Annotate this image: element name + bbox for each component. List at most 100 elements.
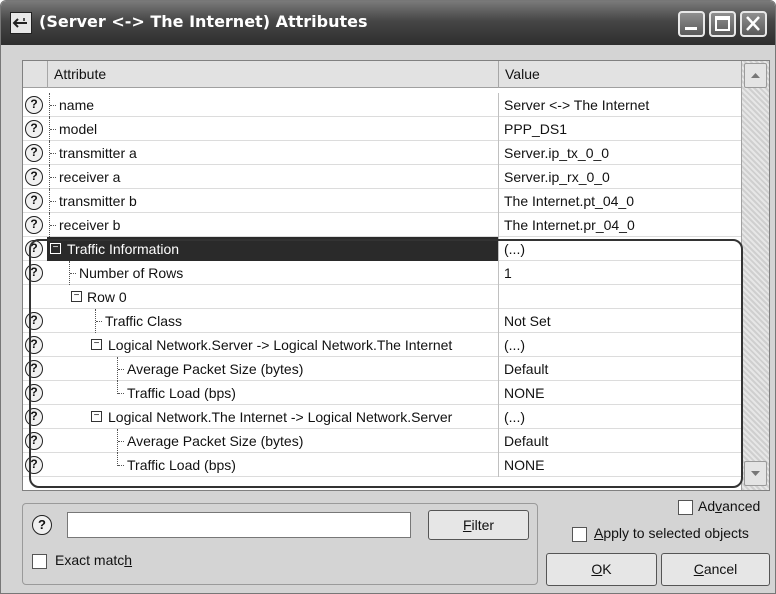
value-cell[interactable]: NONE (498, 453, 741, 477)
maximize-button[interactable] (709, 11, 736, 37)
help-icon[interactable]: ? (25, 456, 43, 474)
value-cell[interactable]: (...) (498, 405, 741, 429)
close-button[interactable] (740, 11, 767, 37)
value-cell[interactable]: (...) (498, 333, 741, 357)
attributes-dialog: (Server <-> The Internet) Attributes Att… (0, 0, 776, 594)
column-header-value[interactable]: Value (498, 61, 741, 88)
vertical-scrollbar[interactable] (741, 61, 769, 490)
scroll-down-button[interactable] (744, 461, 767, 486)
table-row[interactable]: ? receiver a Server.ip_rx_0_0 (23, 165, 741, 189)
attribute-cell[interactable]: model (47, 117, 498, 141)
table-row[interactable]: ? name Server <-> The Internet (23, 93, 741, 117)
attribute-cell[interactable]: name (47, 93, 498, 117)
attribute-cell[interactable]: transmitter a (47, 141, 498, 165)
help-icon[interactable]: ? (25, 432, 43, 450)
table-row[interactable]: ? Average Packet Size (bytes) Default (23, 357, 741, 381)
attribute-grid[interactable]: Attribute Value ? name Server <-> The In… (22, 60, 770, 491)
value-cell[interactable]: The Internet.pt_04_0 (498, 189, 741, 213)
attribute-cell[interactable]: receiver a (47, 165, 498, 189)
table-row[interactable]: ? Average Packet Size (bytes) Default (23, 429, 741, 453)
value-cell[interactable]: Server.ip_rx_0_0 (498, 165, 741, 189)
table-row[interactable]: ? transmitter b The Internet.pt_04_0 (23, 189, 741, 213)
table-row-selected[interactable]: ? − Traffic Information (...) (23, 237, 741, 261)
attribute-label: Traffic Load (bps) (127, 385, 236, 401)
exact-match-label[interactable]: Exact match (55, 552, 132, 568)
value-cell[interactable]: Default (498, 357, 741, 381)
advanced-label[interactable]: Advanced (698, 498, 760, 514)
table-row[interactable]: ? Traffic Load (bps) NONE (23, 381, 741, 405)
minimize-button[interactable] (678, 11, 705, 37)
advanced-checkbox[interactable] (678, 500, 693, 515)
help-icon[interactable]: ? (25, 408, 43, 426)
attribute-cell[interactable]: receiver b (47, 213, 498, 237)
help-icon[interactable]: ? (25, 384, 43, 402)
table-row[interactable]: ? transmitter a Server.ip_tx_0_0 (23, 141, 741, 165)
attribute-label: Traffic Load (bps) (127, 457, 236, 473)
cancel-button[interactable]: Cancel (661, 553, 770, 586)
app-icon[interactable] (10, 12, 32, 34)
help-icon[interactable]: ? (32, 515, 52, 535)
table-row[interactable]: ? Traffic Class Not Set (23, 309, 741, 333)
help-icon[interactable]: ? (25, 120, 43, 138)
collapse-icon[interactable]: − (50, 243, 61, 254)
title-bar[interactable]: (Server <-> The Internet) Attributes (1, 1, 775, 45)
attribute-cell[interactable]: Number of Rows (47, 261, 498, 285)
help-icon[interactable]: ? (25, 144, 43, 162)
attribute-cell[interactable]: Traffic Class (47, 309, 498, 333)
attribute-cell[interactable]: − Logical Network.Server -> Logical Netw… (47, 333, 498, 357)
attribute-label: Traffic Class (105, 313, 183, 329)
attribute-cell[interactable]: − Traffic Information (47, 237, 498, 261)
apply-selected-label[interactable]: Apply to selected objects (594, 525, 749, 541)
help-icon[interactable]: ? (25, 336, 43, 354)
attribute-cell[interactable]: − Logical Network.The Internet -> Logica… (47, 405, 498, 429)
value-cell[interactable]: PPP_DS1 (498, 117, 741, 141)
collapse-icon[interactable]: − (91, 411, 102, 422)
help-icon[interactable]: ? (25, 264, 43, 282)
help-icon[interactable]: ? (25, 240, 43, 258)
value-cell[interactable]: Server <-> The Internet (498, 93, 741, 117)
attribute-cell[interactable]: Average Packet Size (bytes) (47, 429, 498, 453)
table-row[interactable]: ? Traffic Load (bps) NONE (23, 453, 741, 477)
attribute-cell[interactable]: Traffic Load (bps) (47, 453, 498, 477)
table-row[interactable]: − Row 0 (23, 285, 741, 309)
help-icon[interactable]: ? (25, 192, 43, 210)
value-cell[interactable]: The Internet.pr_04_0 (498, 213, 741, 237)
collapse-icon[interactable]: − (91, 339, 102, 350)
value-cell[interactable] (498, 285, 741, 309)
attribute-label: Number of Rows (79, 265, 184, 281)
scroll-up-button[interactable] (744, 63, 767, 88)
help-icon[interactable]: ? (25, 168, 43, 186)
attribute-label: Logical Network.Server -> Logical Networ… (108, 337, 453, 353)
attribute-cell[interactable]: Average Packet Size (bytes) (47, 357, 498, 381)
attribute-cell[interactable]: − Row 0 (47, 285, 498, 309)
value-cell[interactable]: Default (498, 429, 741, 453)
table-row[interactable]: ? model PPP_DS1 (23, 117, 741, 141)
ok-button[interactable]: OK (546, 553, 657, 586)
close-icon (746, 16, 760, 31)
grid-header: Attribute Value (23, 61, 741, 88)
filter-button[interactable]: Filter (428, 510, 529, 540)
table-row[interactable]: ? Number of Rows 1 (23, 261, 741, 285)
attribute-cell[interactable]: transmitter b (47, 189, 498, 213)
table-row[interactable]: ? − Logical Network.The Internet -> Logi… (23, 405, 741, 429)
column-header-attribute[interactable]: Attribute (47, 61, 498, 88)
exact-match-checkbox[interactable] (32, 554, 47, 569)
attribute-label: Average Packet Size (bytes) (127, 433, 304, 449)
value-cell[interactable]: Not Set (498, 309, 741, 333)
table-row[interactable]: ? − Logical Network.Server -> Logical Ne… (23, 333, 741, 357)
help-icon[interactable]: ? (25, 96, 43, 114)
value-cell[interactable]: (...) (498, 237, 741, 261)
attribute-cell[interactable]: Traffic Load (bps) (47, 381, 498, 405)
help-icon[interactable]: ? (25, 312, 43, 330)
help-icon[interactable]: ? (25, 216, 43, 234)
help-icon[interactable]: ? (25, 360, 43, 378)
search-panel: ? Filter Exact match (22, 503, 538, 585)
value-cell[interactable]: 1 (498, 261, 741, 285)
collapse-icon[interactable]: − (71, 291, 82, 302)
apply-selected-checkbox[interactable] (572, 527, 587, 542)
value-cell[interactable]: NONE (498, 381, 741, 405)
attribute-label: transmitter a (59, 145, 137, 161)
value-cell[interactable]: Server.ip_tx_0_0 (498, 141, 741, 165)
table-row[interactable]: ? receiver b The Internet.pr_04_0 (23, 213, 741, 237)
search-input[interactable] (67, 512, 411, 538)
